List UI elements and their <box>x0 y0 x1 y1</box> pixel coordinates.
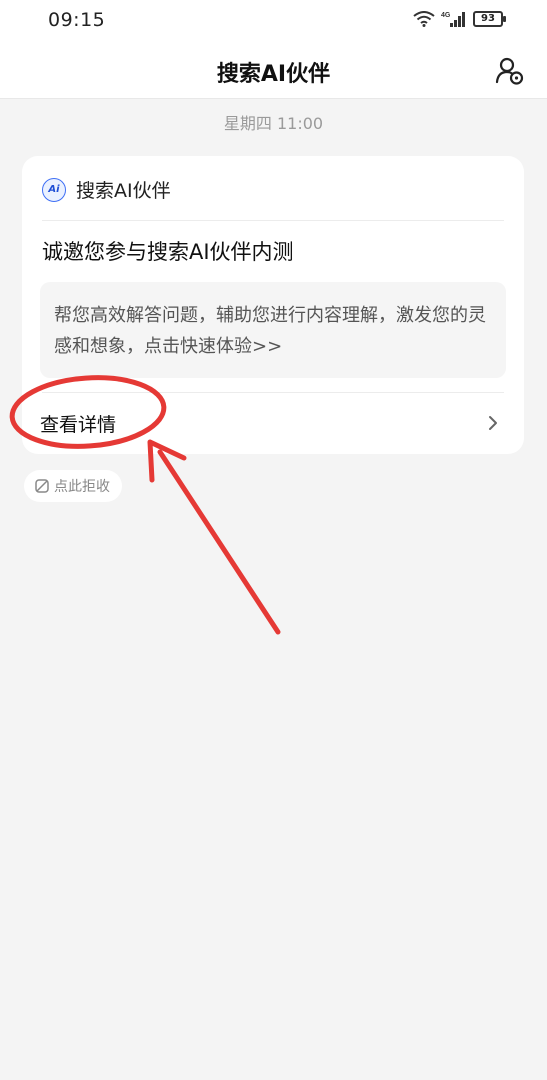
card-app-name: 搜索AI伙伴 <box>76 180 171 202</box>
wifi-icon <box>413 11 435 27</box>
reject-label: 点此拒收 <box>54 479 110 495</box>
card-title: 诚邀您参与搜索AI伙伴内测 <box>42 240 294 264</box>
card-header: Ai 搜索AI伙伴 <box>42 176 171 203</box>
view-details-button[interactable]: 查看详情 <box>22 394 524 452</box>
battery-indicator: 93 <box>473 11 506 27</box>
card-description: 帮您高效解答问题，辅助您进行内容理解，激发您的灵感和想象，点击快速体验>> <box>40 282 506 378</box>
ai-logo-icon: Ai <box>42 177 66 202</box>
signal-icon: 4G <box>441 12 465 27</box>
annotation-arrow-line <box>157 449 281 635</box>
status-bar: 09:15 4G 93 <box>0 0 547 42</box>
profile-settings-icon[interactable] <box>495 56 525 86</box>
status-icons: 4G 93 <box>413 10 506 28</box>
status-time: 09:15 <box>48 9 106 31</box>
mute-icon <box>35 479 49 493</box>
network-type-label: 4G <box>441 12 451 19</box>
view-details-label: 查看详情 <box>40 414 117 436</box>
page-title: 搜索AI伙伴 <box>216 62 331 87</box>
divider <box>42 392 504 393</box>
reject-messages-button[interactable]: 点此拒收 <box>24 470 122 502</box>
divider <box>42 220 504 221</box>
chevron-right-icon <box>489 416 497 430</box>
app-header: 搜索AI伙伴 <box>0 42 547 99</box>
message-card: Ai 搜索AI伙伴 诚邀您参与搜索AI伙伴内测 帮您高效解答问题，辅助您进行内容… <box>22 156 524 454</box>
message-timestamp: 星期四 11:00 <box>223 114 324 133</box>
